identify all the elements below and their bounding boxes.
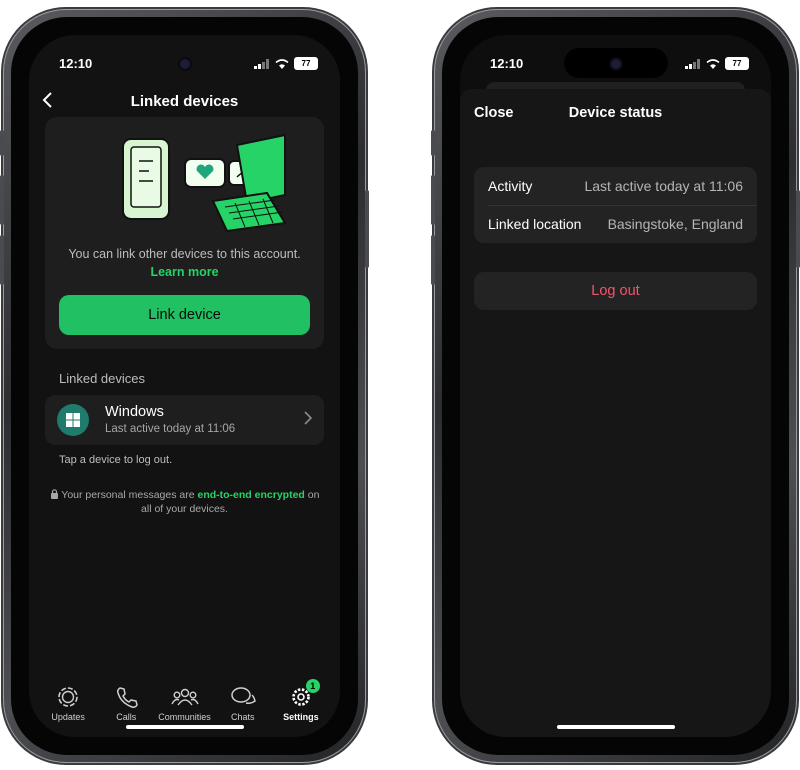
home-indicator[interactable] (125, 725, 244, 729)
section-title: Linked devices (59, 371, 145, 386)
updates-icon (58, 687, 78, 707)
communities-icon (170, 688, 199, 706)
home-indicator[interactable] (556, 725, 675, 729)
tab-communities[interactable]: Communities (155, 685, 213, 725)
signal-icon (685, 58, 700, 69)
battery-indicator: 77 (294, 57, 318, 70)
chevron-right-icon (304, 411, 313, 428)
location-value: Basingstoke, England (607, 216, 743, 232)
phone-left: 12:10 77 Linked devices You can link oth… (0, 10, 369, 762)
device-row-windows[interactable]: Windows Last active today at 11:06 (45, 395, 324, 445)
front-camera-icon (179, 59, 190, 69)
tab-settings-label: Settings (283, 712, 319, 722)
encryption-notice: Your personal messages are end-to-end en… (49, 488, 320, 516)
settings-badge: 1 (305, 679, 320, 693)
tab-chats-label: Chats (230, 712, 255, 722)
wifi-icon (275, 58, 289, 69)
volume-up-button (0, 175, 4, 225)
device-status-screen: 12:10 77 Close Device status Activity La… (460, 35, 771, 737)
tab-settings[interactable]: 1 Settings (272, 679, 330, 725)
tab-calls[interactable]: Calls (97, 685, 155, 725)
phone-icon (117, 687, 139, 708)
device-name: Windows (105, 404, 164, 420)
activity-value: Last active today at 11:06 (584, 178, 743, 194)
volume-down-button (431, 235, 435, 285)
status-icons: 77 (685, 57, 749, 70)
activity-label: Activity (488, 178, 533, 194)
linked-devices-illustration (122, 133, 287, 233)
location-row: Linked location Basingstoke, England (488, 205, 743, 243)
device-status-sheet: Close Device status Activity Last active… (460, 89, 771, 737)
log-out-button[interactable]: Log out (474, 272, 757, 310)
front-camera-icon (610, 59, 621, 69)
battery-indicator: 77 (725, 57, 749, 70)
learn-more-link[interactable]: Learn more (45, 265, 324, 279)
power-button (796, 190, 800, 268)
mute-switch (0, 130, 4, 156)
volume-down-button (0, 235, 4, 285)
device-last-active: Last active today at 11:06 (105, 423, 236, 435)
location-label: Linked location (488, 216, 582, 232)
tab-communities-label: Communities (158, 712, 211, 722)
status-time: 12:10 (490, 56, 524, 71)
encryption-prefix: Your personal messages are (61, 489, 198, 501)
mute-switch (431, 130, 435, 156)
bezel: 12:10 77 Linked devices You can link oth… (11, 17, 358, 755)
link-description: You can link other devices to this accou… (68, 247, 301, 261)
tap-hint: Tap a device to log out. (59, 454, 173, 466)
windows-logo (66, 413, 80, 427)
tab-updates[interactable]: Updates (39, 685, 97, 725)
end-to-end-encrypted-link[interactable]: end-to-end encrypted (197, 489, 304, 501)
link-device-button[interactable]: Link device (59, 295, 310, 335)
wifi-icon (706, 58, 720, 69)
tab-calls-label: Calls (116, 712, 137, 722)
volume-up-button (431, 175, 435, 225)
lock-icon (50, 489, 58, 499)
signal-icon (254, 58, 269, 69)
activity-row: Activity Last active today at 11:06 (488, 167, 743, 205)
power-button (365, 190, 369, 268)
linked-devices-screen: 12:10 77 Linked devices You can link oth… (29, 35, 340, 737)
page-title: Linked devices (130, 93, 239, 110)
link-device-card: You can link other devices to this accou… (45, 117, 324, 349)
sheet-title: Device status (568, 105, 663, 121)
tab-chats[interactable]: Chats (214, 685, 272, 725)
chats-icon (230, 687, 256, 704)
status-icons: 77 (254, 57, 318, 70)
tab-bar: Updates Calls Communities Chats 1 Settin… (29, 679, 340, 725)
status-time: 12:10 (59, 56, 93, 71)
phone-right: 12:10 77 Close Device status Activity La… (431, 10, 800, 762)
device-info-card: Activity Last active today at 11:06 Link… (474, 167, 757, 243)
windows-icon (57, 404, 89, 436)
tab-updates-label: Updates (51, 712, 85, 722)
bezel: 12:10 77 Close Device status Activity La… (442, 17, 789, 755)
